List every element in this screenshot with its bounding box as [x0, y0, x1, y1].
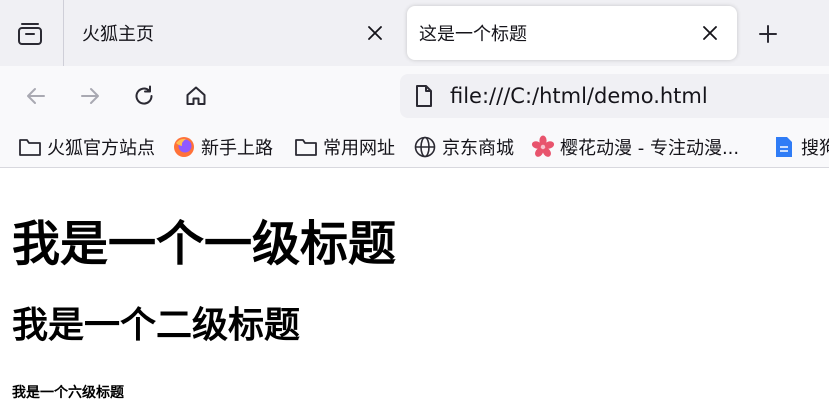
url-bar[interactable]: file:///C:/html/demo.html	[400, 74, 829, 118]
home-icon	[186, 86, 206, 105]
tab-list-icon	[18, 23, 42, 45]
tab-active-page[interactable]: 这是一个标题	[407, 6, 737, 60]
blue-doc-icon	[772, 135, 796, 159]
tab-firefox-home[interactable]: 火狐主页	[64, 6, 402, 60]
bookmark-label: 常用网址	[323, 138, 395, 159]
bookmark-label: 火狐官方站点	[47, 138, 155, 159]
new-tab-button[interactable]	[746, 14, 790, 54]
folder-icon	[294, 135, 318, 159]
tab-title: 这是一个标题	[419, 24, 527, 45]
bookmark-getting-started[interactable]: 新手上路	[172, 132, 273, 162]
reload-button[interactable]	[124, 76, 164, 116]
heading-level-2: 我是一个二级标题	[12, 305, 301, 346]
plus-icon	[759, 25, 777, 43]
tab-strip: 火狐主页 这是一个标题	[0, 0, 829, 66]
close-icon	[703, 26, 717, 40]
bookmark-firefox-official[interactable]: 火狐官方站点	[18, 132, 155, 162]
back-button[interactable]	[16, 76, 56, 116]
close-icon	[368, 26, 382, 40]
folder-icon	[18, 135, 42, 159]
forward-arrow-icon	[81, 88, 99, 104]
tab-list-button[interactable]	[8, 14, 52, 54]
home-button[interactable]	[176, 76, 216, 116]
bookmark-label: 樱花动漫 - 专注动漫...	[560, 138, 740, 159]
forward-button[interactable]	[70, 76, 110, 116]
bookmark-label: 京东商城	[442, 138, 514, 159]
tab-close-button[interactable]	[697, 20, 723, 46]
page-icon	[412, 84, 436, 108]
bookmark-label: 新手上路	[201, 138, 273, 159]
tab-close-button[interactable]	[362, 20, 388, 46]
page-content: 我是一个一级标题 我是一个二级标题 我是一个六级标题	[0, 168, 829, 400]
navigation-toolbar: file:///C:/html/demo.html	[0, 66, 829, 126]
sakura-icon	[531, 135, 555, 159]
heading-level-6: 我是一个六级标题	[12, 385, 124, 400]
bookmark-sakura-anime[interactable]: 樱花动漫 - 专注动漫...	[531, 132, 739, 162]
reload-icon	[135, 85, 153, 105]
firefox-icon	[172, 135, 196, 159]
bookmark-jd-mall[interactable]: 京东商城	[413, 132, 514, 162]
globe-icon	[413, 135, 437, 159]
url-text[interactable]: file:///C:/html/demo.html	[450, 84, 708, 108]
bookmarks-toolbar: 火狐官方站点 新手上路 常用网址 京东商城 樱花动漫 - 专注动漫... 搜狗	[0, 126, 829, 168]
document-icon	[416, 85, 432, 107]
bookmark-common-sites[interactable]: 常用网址	[294, 132, 395, 162]
tab-title: 火狐主页	[82, 24, 154, 45]
heading-level-1: 我是一个一级标题	[12, 216, 397, 272]
back-arrow-icon	[27, 88, 45, 104]
bookmark-label: 搜狗	[801, 138, 829, 159]
bookmark-sogou[interactable]: 搜狗	[772, 132, 829, 162]
